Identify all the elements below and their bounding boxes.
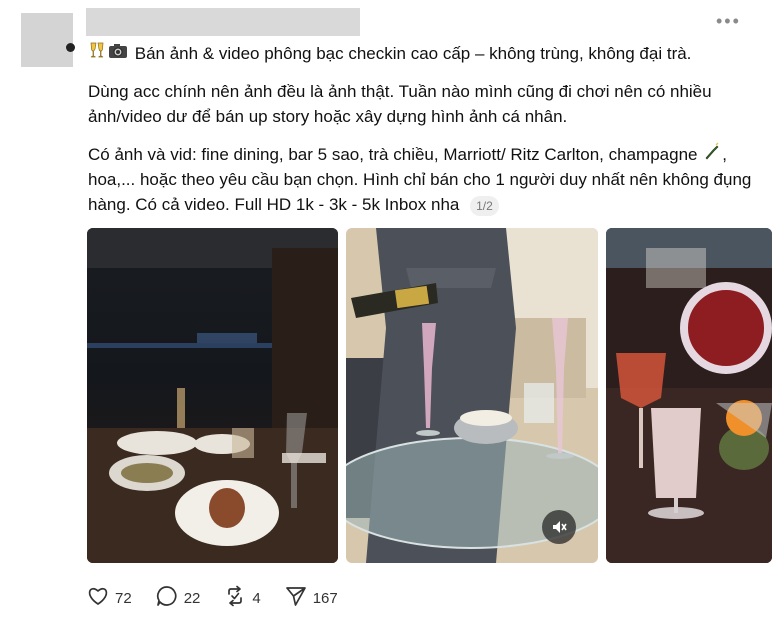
avatar-add-badge[interactable] — [66, 43, 75, 52]
video-champagne-pour[interactable] — [346, 228, 598, 563]
post-line-1-text: Bán ảnh & video phông bạc checkin cao cấ… — [134, 44, 692, 63]
reply-button[interactable]: 22 — [156, 585, 201, 611]
media-gallery[interactable] — [87, 228, 772, 563]
post-line-1: Bán ảnh & video phông bạc checkin cao cấ… — [88, 41, 758, 66]
share-count: 167 — [312, 589, 338, 607]
action-bar: 72 22 4 167 — [87, 585, 362, 611]
like-count: 72 — [115, 589, 132, 607]
heart-icon — [87, 586, 115, 610]
share-button[interactable]: 167 — [285, 586, 338, 610]
share-icon — [285, 586, 313, 610]
repost-icon — [224, 585, 252, 611]
mute-icon[interactable] — [542, 510, 576, 544]
champagne-glasses-icon — [88, 41, 106, 66]
repost-count: 4 — [252, 589, 261, 607]
post-line-2: Dùng acc chính nên ảnh đều là ảnh thật. … — [88, 82, 712, 126]
reply-count: 22 — [183, 589, 201, 607]
more-icon[interactable]: ••• — [716, 12, 741, 30]
reply-icon — [156, 585, 184, 611]
camera-icon — [108, 41, 128, 66]
repost-button[interactable]: 4 — [224, 585, 261, 611]
champagne-bottle-icon — [702, 142, 720, 167]
username-redacted[interactable] — [86, 8, 360, 36]
like-button[interactable]: 72 — [87, 586, 132, 610]
avatar[interactable] — [21, 13, 73, 67]
post-line-3: Có ảnh và vid: fine dining, bar 5 sao, t… — [88, 142, 758, 217]
post-line-3-text-a: Có ảnh và vid: fine dining, bar 5 sao, t… — [88, 145, 698, 164]
photo-fine-dining[interactable] — [87, 228, 338, 563]
media-counter-badge: 1/2 — [470, 195, 499, 216]
photo-bar-drinks[interactable] — [606, 228, 772, 563]
